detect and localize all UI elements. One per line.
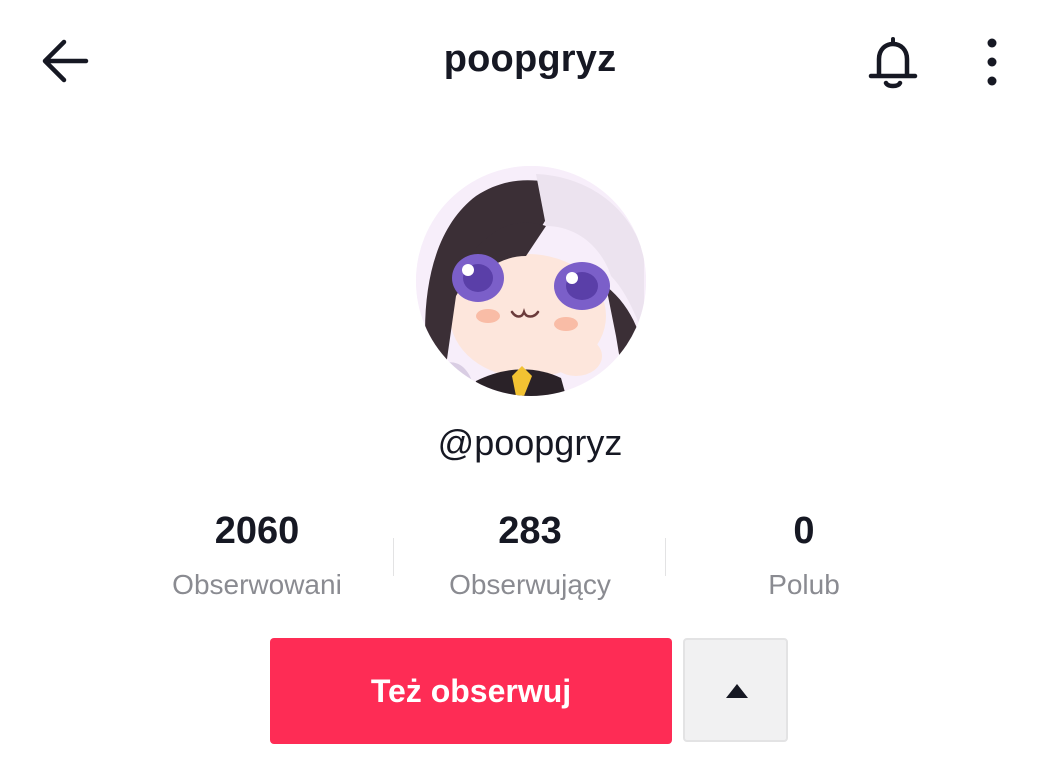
- more-vertical-icon: [987, 38, 997, 86]
- stat-divider: [393, 538, 394, 576]
- triangle-up-icon: [726, 684, 748, 698]
- bell-icon: [868, 37, 918, 89]
- stat-likes-value: 0: [793, 510, 815, 552]
- stat-divider: [665, 538, 666, 576]
- profile-page: poopgryz @poopgryz 2060 Obserwowani 283 …: [0, 0, 1060, 779]
- avatar-illustration: [416, 166, 646, 396]
- notification-bell-button[interactable]: [862, 34, 924, 90]
- stat-followers[interactable]: 283 Obserwujący: [410, 508, 650, 602]
- stat-followers-value: 283: [498, 510, 562, 552]
- stat-following-value: 2060: [214, 510, 300, 552]
- suggested-accounts-toggle-button[interactable]: [683, 638, 788, 742]
- stat-followers-label: Obserwujący: [449, 569, 611, 600]
- stat-following[interactable]: 2060 Obserwowani: [137, 508, 377, 602]
- stat-following-label: Obserwowani: [172, 569, 342, 600]
- stat-likes-label: Polub: [768, 569, 840, 600]
- more-options-button[interactable]: [972, 34, 1012, 90]
- avatar[interactable]: [416, 166, 646, 396]
- stat-likes[interactable]: 0 Polub: [684, 508, 924, 602]
- profile-handle: @poopgryz: [437, 422, 623, 463]
- follow-back-button[interactable]: Też obserwuj: [270, 638, 672, 744]
